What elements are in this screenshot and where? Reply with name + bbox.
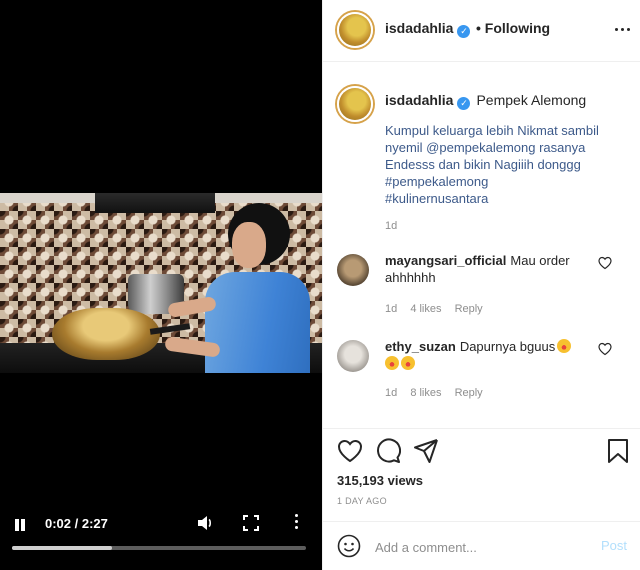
comment-time: 1d [385, 387, 398, 399]
comment-meta: 1d 8 likes Reply [385, 387, 493, 399]
hashtag-link[interactable]: #pempekalemong [385, 173, 635, 190]
more-comments-faded [385, 418, 505, 426]
volume-icon[interactable] [197, 515, 215, 531]
bookmark-icon[interactable] [605, 438, 631, 464]
comment-likes[interactable]: 8 likes [410, 387, 441, 399]
person-face [232, 222, 266, 268]
comment-meta: 1d 4 likes Reply [385, 303, 493, 315]
comment-item: mayangsari_official Mau order ahhhhhh 1d … [323, 248, 640, 328]
view-count[interactable]: 315,193 views [337, 473, 423, 488]
heart-icon[interactable] [598, 256, 612, 270]
share-icon[interactable] [413, 438, 439, 464]
heart-eyes-emoji-icon [401, 356, 415, 370]
comment-username[interactable]: ethy_suzan [385, 339, 456, 354]
verified-badge-icon: ✓ [457, 25, 471, 38]
caption-line: Kumpul keluarga lebih Nikmat sambil [385, 123, 599, 138]
comment-text: Dapurnya bguus [459, 339, 556, 354]
reply-button[interactable]: Reply [455, 303, 483, 315]
progress-fill [12, 546, 112, 550]
comment-icon[interactable] [375, 438, 401, 464]
caption-title: Pempek Alemong [476, 92, 587, 108]
post-caption: isdadahlia ✓ Pempek Alemong Kumpul keluarg… [323, 62, 640, 242]
fullscreen-icon[interactable] [243, 515, 259, 531]
hashtag-link[interactable]: #kulinernusantara [385, 190, 635, 207]
avatar[interactable] [337, 340, 369, 372]
comment-body: ethy_suzan Dapurnya bguus [385, 338, 603, 372]
heart-eyes-emoji-icon [557, 339, 572, 353]
header-username[interactable]: isdadahlia ✓ [385, 20, 471, 38]
comment-input[interactable] [375, 538, 585, 556]
more-options-icon[interactable] [615, 28, 633, 31]
frying-wok [52, 308, 160, 360]
verified-badge-icon: ✓ [457, 97, 471, 110]
comment-box: Post [323, 521, 640, 570]
video-controls: 0:02 / 2:27 [0, 505, 322, 570]
caption-text: Kumpul keluarga lebih Nikmat sambil nyem… [385, 122, 635, 207]
caption-line: nyemil @pempekalemong rasanya [385, 140, 586, 155]
post-panel: isdadahlia ✓ • Following isdadahlia ✓ Pempe… [322, 0, 640, 570]
more-options-icon[interactable] [292, 514, 300, 532]
avatar[interactable] [337, 254, 369, 286]
comment-likes[interactable]: 4 likes [410, 303, 441, 315]
comment-item: ethy_suzan Dapurnya bguus 1d 8 likes Repl… [323, 334, 640, 414]
avatar[interactable] [337, 86, 373, 122]
person-body [205, 272, 310, 373]
username-text[interactable]: isdadahlia [385, 20, 453, 36]
progress-bar[interactable] [12, 546, 306, 550]
heart-eyes-emoji-icon [385, 356, 399, 370]
caption-timestamp: 1d [385, 220, 398, 232]
emoji-icon[interactable] [337, 534, 361, 558]
pause-icon[interactable] [14, 519, 26, 531]
range-hood [95, 193, 215, 213]
comment-time: 1d [385, 303, 398, 315]
post-header: isdadahlia ✓ • Following [323, 0, 640, 62]
username-text[interactable]: isdadahlia [385, 92, 453, 108]
video-player[interactable]: 0:02 / 2:27 [0, 0, 322, 570]
heart-icon[interactable] [598, 342, 612, 356]
video-time: 0:02 / 2:27 [45, 516, 108, 531]
post-date: 1 DAY AGO [337, 496, 387, 506]
post-actions: 315,193 views 1 DAY AGO Post [323, 428, 640, 570]
reply-button[interactable]: Reply [455, 387, 483, 399]
post-button[interactable]: Post [601, 538, 627, 553]
heart-icon[interactable] [337, 438, 363, 464]
comment-body: mayangsari_official Mau order ahhhhhh [385, 252, 603, 286]
caption-line: Endesss dan bikin Nagiiih donggg [385, 157, 581, 172]
caption-username: isdadahlia ✓ Pempek Alemong [385, 92, 586, 110]
following-button[interactable]: • Following [476, 20, 550, 36]
comment-username[interactable]: mayangsari_official [385, 253, 506, 268]
avatar[interactable] [337, 12, 373, 48]
